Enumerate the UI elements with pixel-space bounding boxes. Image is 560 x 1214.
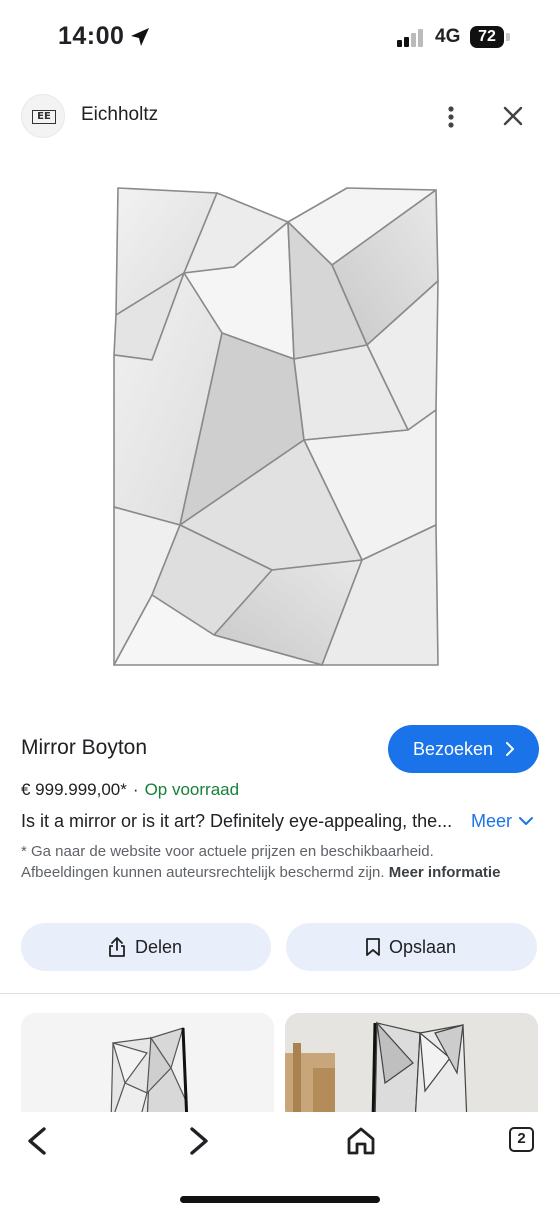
- source-logo[interactable]: EE: [21, 94, 65, 138]
- visit-button[interactable]: Bezoeken: [388, 725, 539, 773]
- share-button[interactable]: Delen: [21, 923, 271, 971]
- close-icon[interactable]: [500, 102, 526, 132]
- product-title: Mirror Boyton: [21, 736, 148, 759]
- disclaimer-text: * Ga naar de website voor actuele prijze…: [21, 843, 434, 881]
- cellular-signal-icon: [397, 29, 423, 47]
- product-price: € 999.999,00*: [21, 780, 127, 799]
- price-row: € 999.999,00* · Op voorraad: [21, 780, 239, 800]
- product-description: Is it a mirror or is it art? Definitely …: [21, 811, 453, 831]
- status-time: 14:00: [58, 22, 125, 50]
- home-icon[interactable]: [345, 1126, 377, 1156]
- share-icon: [109, 937, 125, 957]
- more-options-icon[interactable]: [440, 102, 462, 132]
- related-image-thumbnail[interactable]: [285, 1013, 538, 1123]
- visit-button-label: Bezoeken: [413, 739, 494, 759]
- status-bar: 14:00 4G 72: [0, 0, 560, 76]
- related-image-mirror: [110, 1027, 189, 1123]
- bookmark-icon: [366, 938, 380, 956]
- source-bar: EE Eichholtz: [0, 94, 560, 138]
- source-name[interactable]: Eichholtz: [81, 104, 158, 126]
- bottom-navigation: 2: [0, 1112, 560, 1214]
- more-info-link[interactable]: Meer informatie: [389, 864, 501, 881]
- related-image-room: [285, 1021, 468, 1123]
- battery-tip: [506, 33, 510, 41]
- share-label: Delen: [135, 937, 183, 957]
- chevron-right-icon: [506, 742, 514, 756]
- battery-indicator: 72: [470, 26, 504, 48]
- price-disclaimer: * Ga naar de website voor actuele prijze…: [21, 841, 521, 883]
- back-arrow-icon[interactable]: [24, 1126, 50, 1156]
- price-separator: ·: [132, 780, 139, 799]
- product-image[interactable]: [112, 185, 442, 675]
- network-type: 4G: [435, 26, 461, 47]
- source-logo-mark: EE: [32, 110, 56, 124]
- save-label: Opslaan: [389, 937, 457, 957]
- more-link[interactable]: Meer: [471, 811, 512, 832]
- location-arrow-icon: [131, 28, 149, 46]
- section-divider: [0, 993, 560, 994]
- chevron-down-icon[interactable]: [519, 816, 533, 826]
- tabs-count-button[interactable]: 2: [509, 1127, 534, 1152]
- save-button[interactable]: Opslaan: [286, 923, 537, 971]
- related-image-thumbnail[interactable]: [21, 1013, 274, 1123]
- home-indicator: [180, 1196, 380, 1203]
- stock-status: Op voorraad: [144, 780, 240, 799]
- forward-arrow-icon[interactable]: [186, 1126, 212, 1156]
